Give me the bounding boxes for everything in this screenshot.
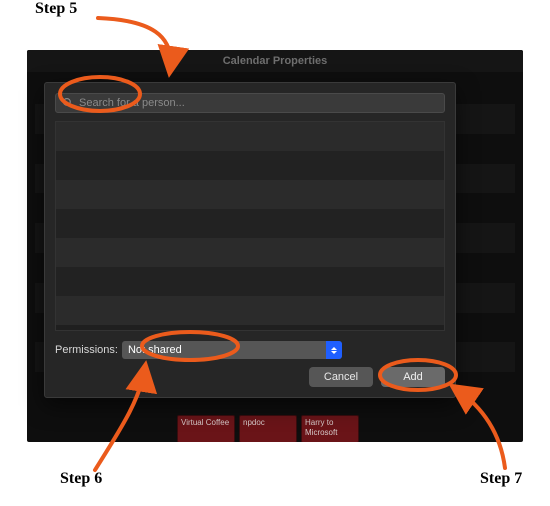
cancel-button[interactable]: Cancel [309, 367, 373, 387]
event-tile: npdoc [239, 415, 297, 442]
calendar-event-tiles: Virtual Coffee npdoc Harry to Microsoft [177, 415, 359, 442]
list-item [56, 267, 444, 296]
permissions-label: Permissions: [55, 344, 118, 356]
window-title: Calendar Properties [27, 50, 523, 72]
annotation-step7-label: Step 7 [480, 470, 522, 488]
annotation-step5-label: Step 5 [35, 0, 77, 18]
list-item [56, 122, 444, 151]
event-tile: Harry to Microsoft [301, 415, 359, 442]
people-list [55, 121, 445, 331]
person-search-input[interactable] [79, 97, 438, 109]
share-calendar-sheet: Permissions: Not shared Cancel Add [44, 82, 456, 398]
permissions-select[interactable]: Not shared [122, 341, 342, 359]
permissions-value: Not shared [128, 344, 182, 356]
list-item [56, 209, 444, 238]
list-item [56, 151, 444, 180]
add-button[interactable]: Add [381, 367, 445, 387]
select-stepper-icon [326, 341, 342, 359]
event-tile: Virtual Coffee [177, 415, 235, 442]
search-field-wrap[interactable] [55, 93, 445, 113]
list-item [56, 238, 444, 267]
annotation-step6-label: Step 6 [60, 470, 102, 488]
search-icon [62, 97, 74, 109]
list-item [56, 180, 444, 209]
list-item [56, 296, 444, 325]
